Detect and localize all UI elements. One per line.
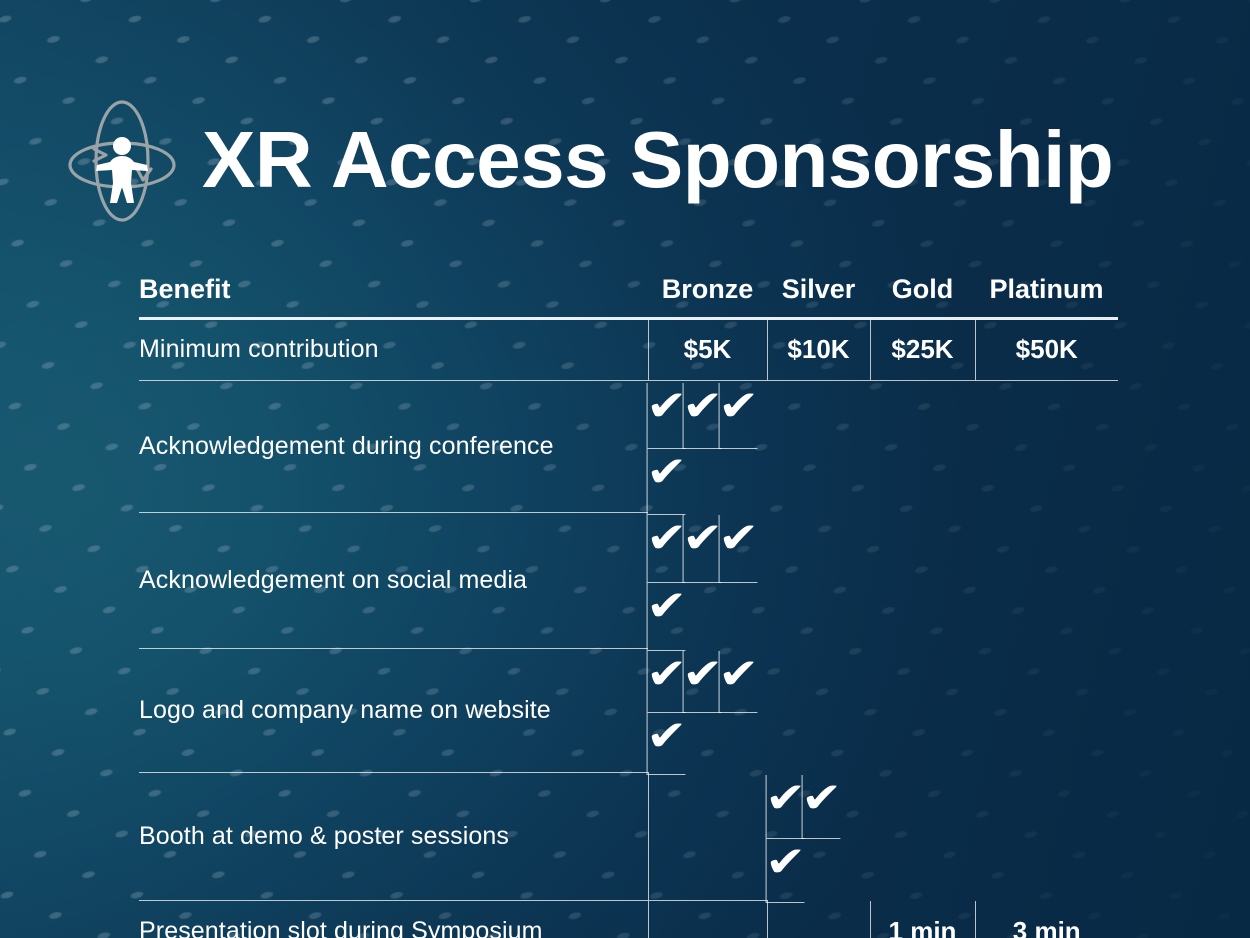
table-row: Presentation slot during Symposium 1 min 3… <box>139 900 1118 938</box>
check-icon-platinum: ✔ <box>646 711 688 775</box>
xr-access-orbit-person-icon <box>68 100 176 222</box>
empty-cell-bronze <box>647 900 767 938</box>
value-cell-gold: $25K <box>869 318 975 381</box>
benefit-label: Logo and company name on website <box>139 648 648 773</box>
column-header-silver: Silver <box>767 262 870 320</box>
table-header-row: Benefit Bronze Silver Gold Platinum <box>139 262 1118 320</box>
table-row: Minimum contribution $5K $10K $25K $50K <box>139 318 1118 381</box>
check-icon-bronze: ✔ <box>646 513 688 583</box>
benefit-label: Acknowledgement on social media <box>139 512 648 649</box>
slide-header: XR Access Sponsorship <box>64 92 1194 232</box>
value-cell-platinum: $50K <box>974 318 1118 381</box>
benefit-label: Minimum contribution <box>139 318 648 381</box>
check-icon: ✔ <box>718 513 760 561</box>
table-body: Minimum contribution $5K $10K $25K $50K Ackno… <box>139 318 1118 938</box>
check-icon: ✔ <box>646 649 688 697</box>
table-row: Acknowledgement on social media ✔✔✔✔ <box>139 512 1118 651</box>
value-cell-silver: $10K <box>766 318 870 381</box>
table-header: Benefit Bronze Silver Gold Platinum <box>139 262 1118 320</box>
check-icon: ✔ <box>646 381 688 429</box>
sponsorship-tiers-table: Benefit Bronze Silver Gold Platinum Mini… <box>139 262 1118 938</box>
page-title: XR Access Sponsorship <box>202 115 1114 204</box>
check-icon-platinum: ✔ <box>646 447 688 515</box>
benefit-label: Presentation slot during Symposium <box>139 900 648 938</box>
value-cell-gold: 1 min <box>869 900 975 938</box>
check-icon-bronze: ✔ <box>646 649 688 713</box>
benefit-label: Booth at demo & poster sessions <box>139 772 648 901</box>
check-icon: ✔ <box>646 711 688 759</box>
table-row: Booth at demo & poster sessions ✔✔✔ <box>139 772 1118 903</box>
check-icon: ✔ <box>801 773 843 821</box>
check-icon: ✔ <box>765 837 807 885</box>
value-cell-bronze: $5K <box>647 318 767 381</box>
column-header-bronze: Bronze <box>648 262 767 320</box>
check-icon-gold: ✔ <box>718 649 760 713</box>
check-icon-gold: ✔ <box>801 773 843 839</box>
check-icon-platinum: ✔ <box>646 581 688 651</box>
column-header-platinum: Platinum <box>975 262 1118 320</box>
slide-content: XR Access Sponsorship Benefit Bronze Sil… <box>0 0 1250 938</box>
empty-cell-silver <box>766 900 870 938</box>
check-icon-platinum: ✔ <box>765 837 807 903</box>
check-icon: ✔ <box>646 447 688 495</box>
check-icon-silver: ✔ <box>765 773 807 839</box>
check-icon: ✔ <box>646 581 688 629</box>
check-icon-gold: ✔ <box>718 513 760 583</box>
empty-cell-bronze <box>647 772 767 901</box>
check-icon-silver: ✔ <box>682 650 723 713</box>
check-icon-silver: ✔ <box>682 514 723 583</box>
check-icon: ✔ <box>718 381 760 429</box>
column-header-benefit: Benefit <box>139 262 648 320</box>
column-header-gold: Gold <box>870 262 975 320</box>
table-row: Logo and company name on website ✔✔✔✔ <box>139 648 1118 775</box>
table-row: Acknowledgement during conference ✔✔✔✔ <box>139 380 1118 515</box>
check-icon-silver: ✔ <box>682 382 723 449</box>
check-icon: ✔ <box>765 773 807 821</box>
value-cell-platinum: 3 min <box>974 900 1118 938</box>
benefit-label: Acknowledgement during conference <box>139 380 648 513</box>
check-icon: ✔ <box>646 513 688 561</box>
check-icon-bronze: ✔ <box>646 381 688 449</box>
check-icon-gold: ✔ <box>718 381 760 449</box>
check-icon: ✔ <box>718 649 760 697</box>
